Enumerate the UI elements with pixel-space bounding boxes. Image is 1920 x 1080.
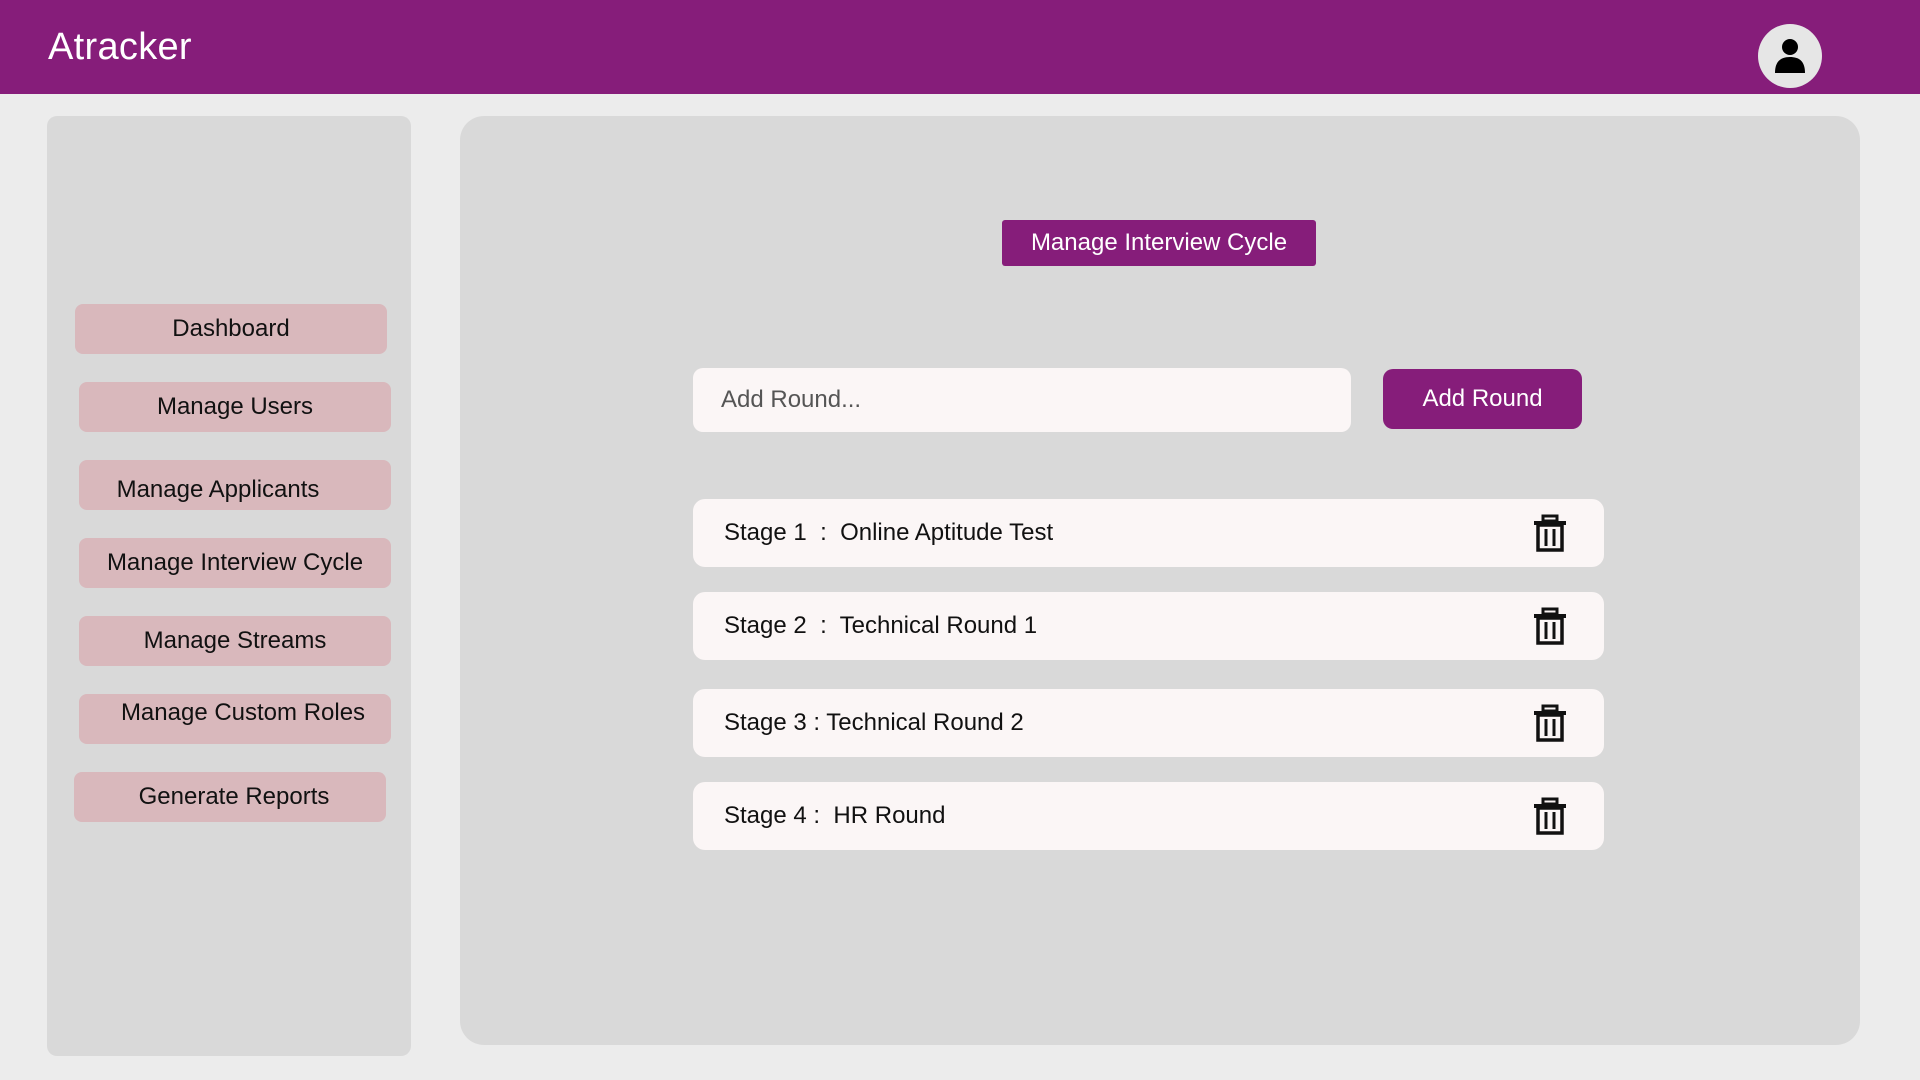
user-icon xyxy=(1775,39,1805,73)
sidebar-item-label: Generate Reports xyxy=(138,783,330,810)
stage-label: Stage 3 : Technical Round 2 xyxy=(724,709,1024,736)
sidebar-item-dashboard[interactable]: Dashboard xyxy=(75,304,387,354)
app-title: Atracker xyxy=(48,26,192,68)
main-panel: Manage Interview Cycle Add Round Stage 1… xyxy=(460,116,1860,1045)
stage-label: Stage 1 : Online Aptitude Test xyxy=(724,519,1054,546)
sidebar-item-label: Manage Interview Cycle xyxy=(106,549,364,576)
sidebar-item-label: Manage Custom Roles xyxy=(120,699,366,726)
trash-icon[interactable] xyxy=(1530,513,1570,553)
sidebar-item-label: Manage Applicants xyxy=(116,476,320,503)
sidebar-item-manage-applicants[interactable]: Manage Applicants xyxy=(79,460,391,510)
sidebar-item-manage-users[interactable]: Manage Users xyxy=(79,382,391,432)
top-bar: Atracker xyxy=(0,0,1920,94)
sidebar-item-label: Manage Users xyxy=(156,393,314,420)
sidebar-item-label: Manage Streams xyxy=(143,627,327,654)
stage-label: Stage 4 : HR Round xyxy=(724,802,946,829)
sidebar-item-generate-reports[interactable]: Generate Reports xyxy=(74,772,386,822)
avatar[interactable] xyxy=(1758,24,1822,88)
sidebar-item-manage-streams[interactable]: Manage Streams xyxy=(79,616,391,666)
trash-icon[interactable] xyxy=(1530,796,1570,836)
trash-icon[interactable] xyxy=(1530,606,1570,646)
stage-row: Stage 1 : Online Aptitude Test xyxy=(693,499,1604,567)
page-title: Manage Interview Cycle xyxy=(1002,220,1316,266)
stage-row: Stage 4 : HR Round xyxy=(693,782,1604,850)
add-round-input[interactable] xyxy=(693,368,1351,432)
add-round-button[interactable]: Add Round xyxy=(1383,369,1582,429)
sidebar-item-label: Dashboard xyxy=(172,315,290,342)
stage-row: Stage 3 : Technical Round 2 xyxy=(693,689,1604,757)
trash-icon[interactable] xyxy=(1530,703,1570,743)
stage-label: Stage 2 : Technical Round 1 xyxy=(724,612,1038,639)
sidebar-item-manage-custom-roles[interactable]: Manage Custom Roles xyxy=(79,694,391,744)
stage-row: Stage 2 : Technical Round 1 xyxy=(693,592,1604,660)
sidebar-item-manage-interview-cycle[interactable]: Manage Interview Cycle xyxy=(79,538,391,588)
sidebar: Dashboard Manage Users Manage Applicants… xyxy=(47,116,411,1056)
